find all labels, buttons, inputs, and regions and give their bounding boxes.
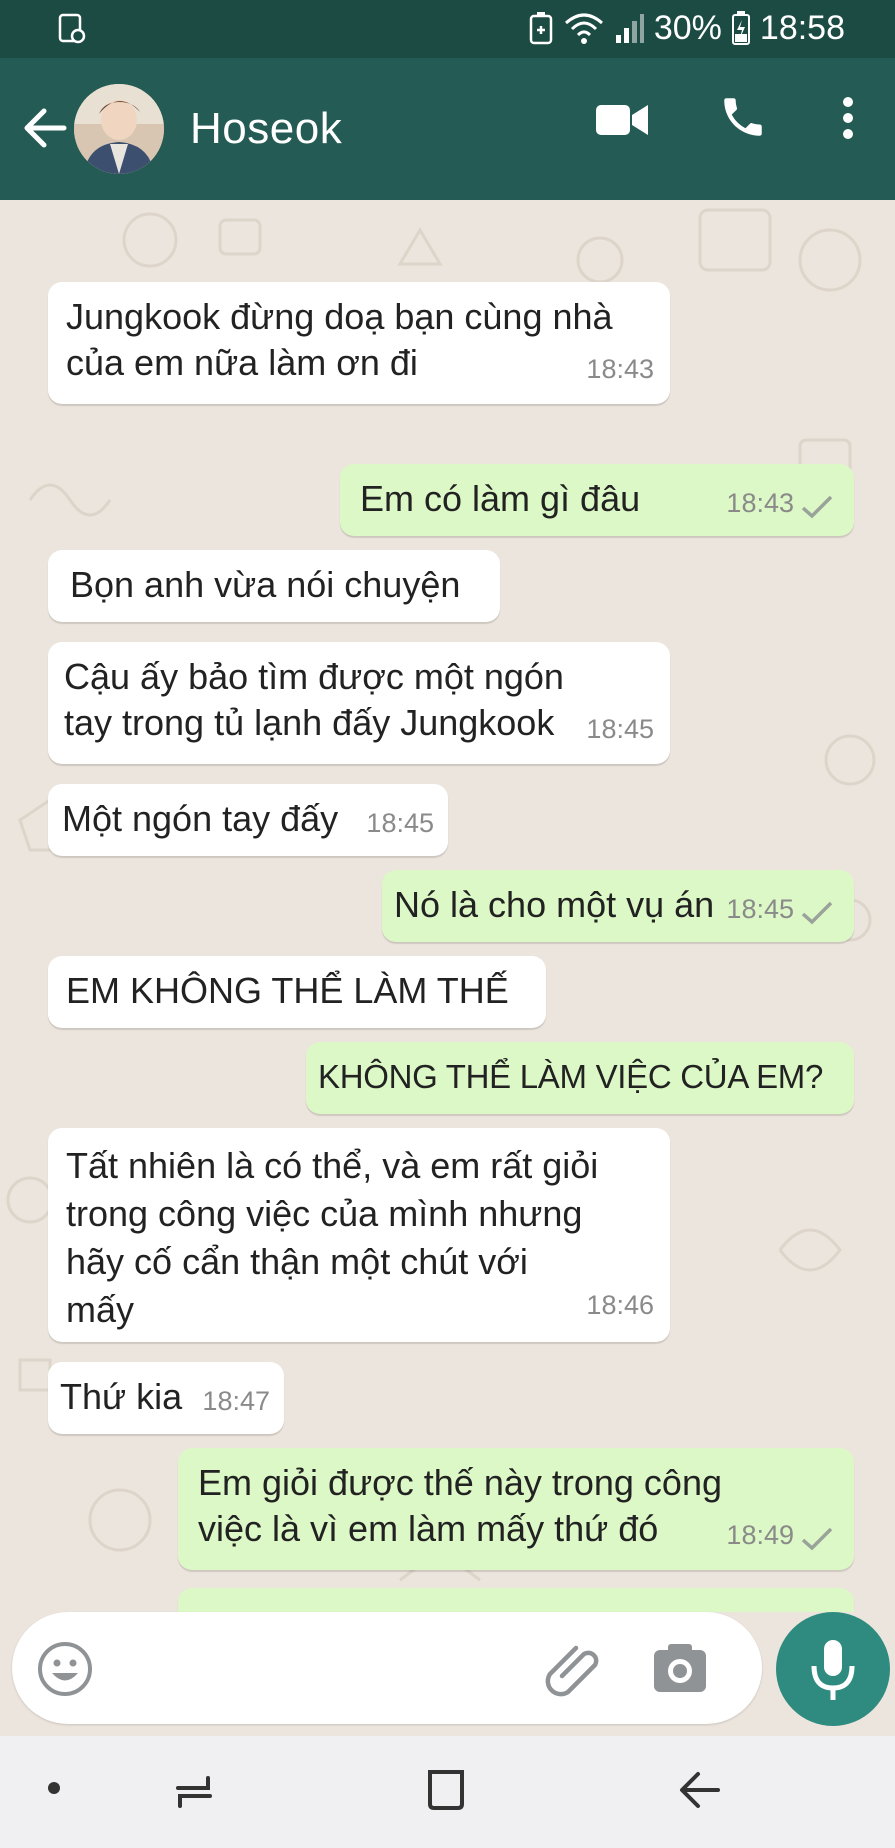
microphone-button[interactable] — [776, 1612, 890, 1726]
sent-check-icon — [801, 901, 833, 925]
message-time: 18:45 — [586, 714, 654, 744]
message-incoming[interactable]: Thứ kia 18:47 — [48, 1362, 284, 1434]
message-incoming[interactable]: Tất nhiên là có thể, và em rất giỏi tron… — [48, 1128, 670, 1342]
message-text-line: Cậu ấy bảo tìm được một ngón — [64, 656, 564, 697]
signal-icon — [615, 14, 644, 43]
message-outgoing-partial[interactable] — [178, 1588, 854, 1612]
video-camera-icon[interactable] — [594, 100, 650, 140]
message-text-line: EM KHÔNG THỂ LÀM THẾ — [66, 970, 509, 1011]
chat-messages[interactable]: Jungkook đừng doạ bạn cùng nhà của em nữ… — [0, 200, 895, 1612]
message-outgoing[interactable]: KHÔNG THỂ LÀM VIỆC CỦA EM? — [306, 1042, 854, 1114]
message-text-line: Thứ kia — [60, 1376, 183, 1417]
status-time: 18:58 — [759, 8, 845, 47]
message-incoming[interactable]: EM KHÔNG THỂ LÀM THẾ — [48, 956, 546, 1028]
phone-icon[interactable] — [718, 92, 768, 142]
message-text-line: Nó là cho một vụ án — [394, 884, 715, 925]
wifi-icon — [564, 13, 603, 44]
status-bar: 30% 18:58 — [0, 0, 895, 58]
contact-name[interactable]: Hoseok — [190, 104, 342, 154]
message-composer — [0, 1612, 895, 1736]
home-icon[interactable] — [426, 1766, 470, 1814]
message-time: 18:47 — [202, 1386, 270, 1416]
message-outgoing[interactable]: Em có làm gì đâu 18:43 — [340, 464, 854, 536]
message-input[interactable] — [12, 1612, 762, 1724]
message-text-line: hãy cố cẩn thận một chút với — [66, 1241, 528, 1282]
paperclip-icon[interactable] — [542, 1640, 602, 1700]
message-text-line: KHÔNG THỂ LÀM VIỆC CỦA EM? — [318, 1058, 824, 1095]
message-time: 18:45 — [366, 808, 434, 838]
battery-saver-icon — [529, 12, 553, 45]
avatar-image — [74, 84, 164, 174]
camera-icon[interactable] — [652, 1642, 708, 1694]
status-icons: 30% 18:58 — [528, 6, 845, 50]
message-incoming[interactable]: Jungkook đừng doạ bạn cùng nhà của em nữ… — [48, 282, 670, 404]
more-vert-icon[interactable] — [838, 94, 858, 142]
message-time: 18:45 — [726, 894, 794, 924]
message-time: 18:43 — [586, 354, 654, 384]
arrow-left-icon[interactable] — [18, 102, 70, 154]
message-text-line: Một ngón tay đấy — [62, 798, 339, 839]
nav-dot-icon[interactable] — [46, 1780, 62, 1796]
message-time: 18:43 — [726, 488, 794, 518]
back-icon[interactable] — [676, 1768, 724, 1812]
message-text-line: của em nữa làm ơn đi — [66, 342, 418, 383]
message-incoming[interactable]: Cậu ấy bảo tìm được một ngón tay trong t… — [48, 642, 670, 764]
message-text-line: Em giỏi được thế này trong công — [198, 1462, 722, 1503]
message-time: 18:46 — [586, 1290, 654, 1320]
sent-check-icon — [801, 1527, 833, 1551]
message-text-line: việc là vì em làm mấy thứ đó — [198, 1508, 659, 1549]
message-time: 18:49 — [726, 1520, 794, 1550]
chat-header: Hoseok — [0, 58, 895, 200]
message-outgoing[interactable]: Nó là cho một vụ án 18:45 — [382, 870, 854, 942]
battery-percent: 30% — [653, 8, 722, 47]
battery-icon — [731, 11, 750, 45]
message-text-line: trong công việc của mình nhưng — [66, 1193, 583, 1234]
message-outgoing[interactable]: Em giỏi được thế này trong công việc là … — [178, 1448, 854, 1570]
message-text-line: mấy — [66, 1289, 135, 1330]
message-text-line: Tất nhiên là có thể, và em rất giỏi — [66, 1145, 599, 1186]
message-incoming[interactable]: Một ngón tay đấy 18:45 — [48, 784, 448, 856]
message-text-line: Em có làm gì đâu — [360, 478, 641, 519]
emoji-icon[interactable] — [36, 1640, 94, 1698]
message-text-line: Bọn anh vừa nói chuyện — [70, 564, 461, 605]
sent-check-icon — [801, 495, 833, 519]
message-text-line: Jungkook đừng doạ bạn cùng nhà — [66, 296, 613, 337]
recent-apps-icon[interactable] — [172, 1772, 216, 1812]
microphone-icon — [811, 1640, 855, 1700]
system-nav-bar — [0, 1736, 895, 1848]
message-text-line: tay trong tủ lạnh đấy Jungkook — [64, 702, 555, 743]
message-incoming[interactable]: Bọn anh vừa nói chuyện — [48, 550, 500, 622]
sim-settings-icon — [58, 13, 86, 44]
contact-avatar[interactable] — [74, 84, 164, 174]
